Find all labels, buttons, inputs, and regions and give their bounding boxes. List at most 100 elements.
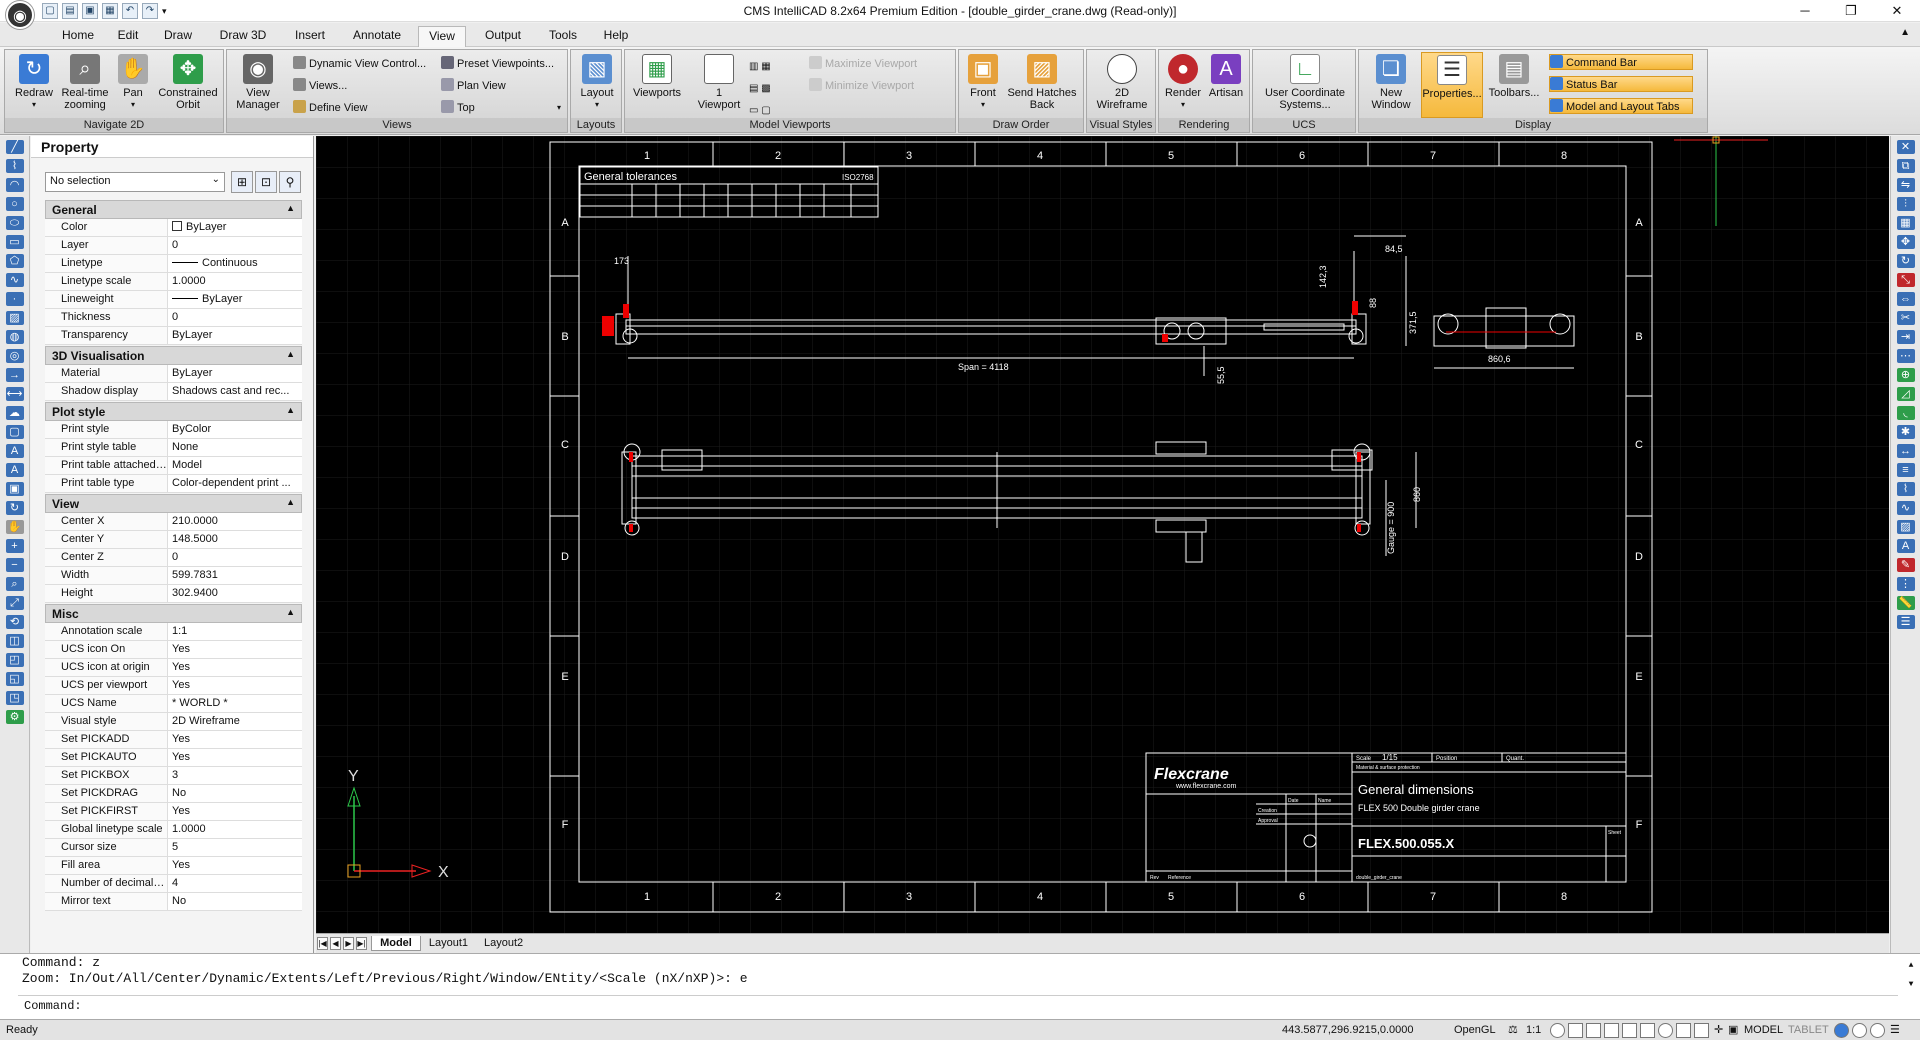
property-section-header[interactable]: Plot style ▲ — [45, 402, 302, 421]
property-value[interactable]: 3 — [168, 767, 302, 784]
property-value[interactable]: 210.0000 — [168, 513, 302, 530]
close-icon[interactable]: ✕ — [1874, 0, 1920, 22]
property-value[interactable]: Yes — [168, 857, 302, 874]
lweight-icon[interactable] — [1640, 1023, 1655, 1038]
tablet-toggle[interactable]: TABLET — [1788, 1020, 1829, 1040]
property-value[interactable]: No — [168, 893, 302, 910]
one-viewport-button[interactable]: 1 Viewport — [691, 54, 747, 111]
maximize-viewport-button[interactable]: Maximize Viewport — [809, 56, 917, 72]
property-row[interactable]: Number of decimal pla... 4 — [45, 875, 302, 893]
property-row[interactable]: Material ByLayer — [45, 365, 302, 383]
property-value[interactable]: None — [168, 439, 302, 456]
tab-model[interactable]: Model — [371, 936, 421, 951]
artisan-button[interactable]: A Artisan — [1205, 54, 1247, 99]
plan-view-button[interactable]: Plan View — [441, 78, 506, 94]
edit-spline-icon[interactable]: ∿ — [1896, 501, 1915, 515]
snap-icon[interactable] — [1568, 1023, 1583, 1038]
realtime-zoom-button[interactable]: ⌕ Real-time zooming — [57, 54, 113, 111]
send-hatches-back-button[interactable]: ▨ Send Hatches Back — [1003, 54, 1081, 111]
mtext-tool-icon[interactable]: A — [5, 463, 24, 477]
define-view-button[interactable]: Define View — [293, 100, 368, 116]
property-value[interactable]: 2D Wireframe — [168, 713, 302, 730]
spline-tool-icon[interactable]: ∿ — [5, 273, 24, 287]
constrained-orbit-button[interactable]: ✥ Constrained Orbit — [155, 54, 221, 111]
list-icon[interactable]: ☰ — [1896, 615, 1915, 629]
property-row[interactable]: Fill area Yes — [45, 857, 302, 875]
tab-layout2[interactable]: Layout2 — [476, 936, 531, 950]
property-value[interactable]: 5 — [168, 839, 302, 856]
render-button[interactable]: ● Render ▾ — [1163, 54, 1203, 111]
property-row[interactable]: Mirror text No — [45, 893, 302, 911]
tab-help[interactable]: Help — [594, 26, 638, 47]
etrack-icon[interactable] — [1676, 1023, 1691, 1038]
property-value[interactable]: * WORLD * — [168, 695, 302, 712]
ortho-icon[interactable] — [1604, 1023, 1619, 1038]
property-row[interactable]: UCS icon On Yes — [45, 641, 302, 659]
donut-tool-icon[interactable]: ◎ — [5, 349, 24, 363]
esnap-icon[interactable] — [1658, 1023, 1673, 1038]
property-row[interactable]: Global linetype scale 1.0000 — [45, 821, 302, 839]
property-row[interactable]: Center Z 0 — [45, 549, 302, 567]
view-manager-button[interactable]: ◉ View Manager — [231, 54, 285, 111]
property-value[interactable]: 1.0000 — [168, 273, 302, 290]
fillet-icon[interactable]: ◟ — [1896, 406, 1915, 420]
rectangle-tool-icon[interactable]: ▭ — [5, 235, 24, 249]
join-icon[interactable]: ⊕ — [1896, 368, 1915, 382]
view-direction-dropdown[interactable]: Top ▾ — [441, 100, 561, 116]
collapse-icon[interactable]: ▲ — [286, 349, 295, 359]
property-value[interactable]: 599.7831 — [168, 567, 302, 584]
ribbon-collapse-icon[interactable]: ▲ — [1900, 27, 1910, 38]
property-row[interactable]: Center X 210.0000 — [45, 513, 302, 531]
trim-icon[interactable]: ✂ — [1896, 311, 1915, 325]
property-row[interactable]: Linetype Continuous — [45, 255, 302, 273]
property-value[interactable]: ByLayer — [168, 365, 302, 382]
property-row[interactable]: Color ByLayer — [45, 219, 302, 237]
copy-icon[interactable]: ⧉ — [1896, 159, 1915, 173]
block-tool-icon[interactable]: ▣ — [5, 482, 24, 496]
properties-button[interactable]: ☰ Properties... — [1421, 52, 1483, 118]
views-button[interactable]: Views... — [293, 78, 347, 94]
lengthen-icon[interactable]: ↔ — [1896, 444, 1915, 458]
tab-draw[interactable]: Draw — [152, 26, 204, 47]
property-value[interactable]: ByColor — [168, 421, 302, 438]
explode-icon[interactable]: ✱ — [1896, 425, 1915, 439]
property-row[interactable]: Thickness 0 — [45, 309, 302, 327]
point-tool-icon[interactable]: · — [5, 292, 24, 306]
filter-icon[interactable]: ⚲ — [279, 171, 301, 193]
minimize-icon[interactable]: ─ — [1782, 0, 1828, 22]
property-value[interactable]: 1:1 — [168, 623, 302, 640]
model-space-toggle[interactable]: MODEL — [1744, 1020, 1783, 1040]
property-value[interactable]: Yes — [168, 731, 302, 748]
zoom-window-tool-icon[interactable]: ⌕ — [5, 577, 24, 591]
property-row[interactable]: Print style table None — [45, 439, 302, 457]
ellipse-tool-icon[interactable]: ⬭ — [5, 216, 24, 230]
line-tool-icon[interactable]: ╱ — [5, 140, 24, 154]
property-row[interactable]: Shadow display Shadows cast and rec... — [45, 383, 302, 401]
property-row[interactable]: Visual style 2D Wireframe — [45, 713, 302, 731]
annotation-scale-icon[interactable]: ⚖ — [1508, 1020, 1518, 1040]
wireframe-style-button[interactable]: 2D Wireframe — [1091, 54, 1153, 111]
pan-button[interactable]: ✋ Pan ▾ — [115, 54, 151, 111]
help-status-icon[interactable] — [1870, 1023, 1885, 1038]
ucs-button[interactable]: ∟ User Coordinate Systems... — [1257, 54, 1353, 111]
tab-annotate[interactable]: Annotate — [344, 26, 410, 47]
property-value[interactable]: Color-dependent print ... — [168, 475, 302, 492]
annotation-scale[interactable]: 1:1 — [1526, 1020, 1541, 1040]
property-row[interactable]: Set PICKDRAG No — [45, 785, 302, 803]
command-input[interactable]: Command: — [18, 995, 1898, 1015]
property-value[interactable]: ByLayer — [168, 327, 302, 344]
zoom-scale-tool-icon[interactable]: ◱ — [5, 672, 24, 686]
circle-tool-icon[interactable]: ○ — [5, 197, 24, 211]
property-row[interactable]: UCS per viewport Yes — [45, 677, 302, 695]
wipeout-tool-icon[interactable]: ▢ — [5, 425, 24, 439]
property-row[interactable]: Annotation scale 1:1 — [45, 623, 302, 641]
zoom-out-tool-icon[interactable]: − — [5, 558, 24, 572]
collapse-icon[interactable]: ▲ — [286, 607, 295, 617]
command-bar-toggle[interactable]: Command Bar — [1549, 54, 1693, 70]
property-section-header[interactable]: View ▲ — [45, 494, 302, 513]
tab-home[interactable]: Home — [52, 26, 104, 47]
property-value[interactable]: Yes — [168, 803, 302, 820]
property-value[interactable]: Yes — [168, 641, 302, 658]
zoom-dynamic-tool-icon[interactable]: ◰ — [5, 653, 24, 667]
redraw-button[interactable]: ↻ Redraw ▾ — [9, 54, 59, 111]
